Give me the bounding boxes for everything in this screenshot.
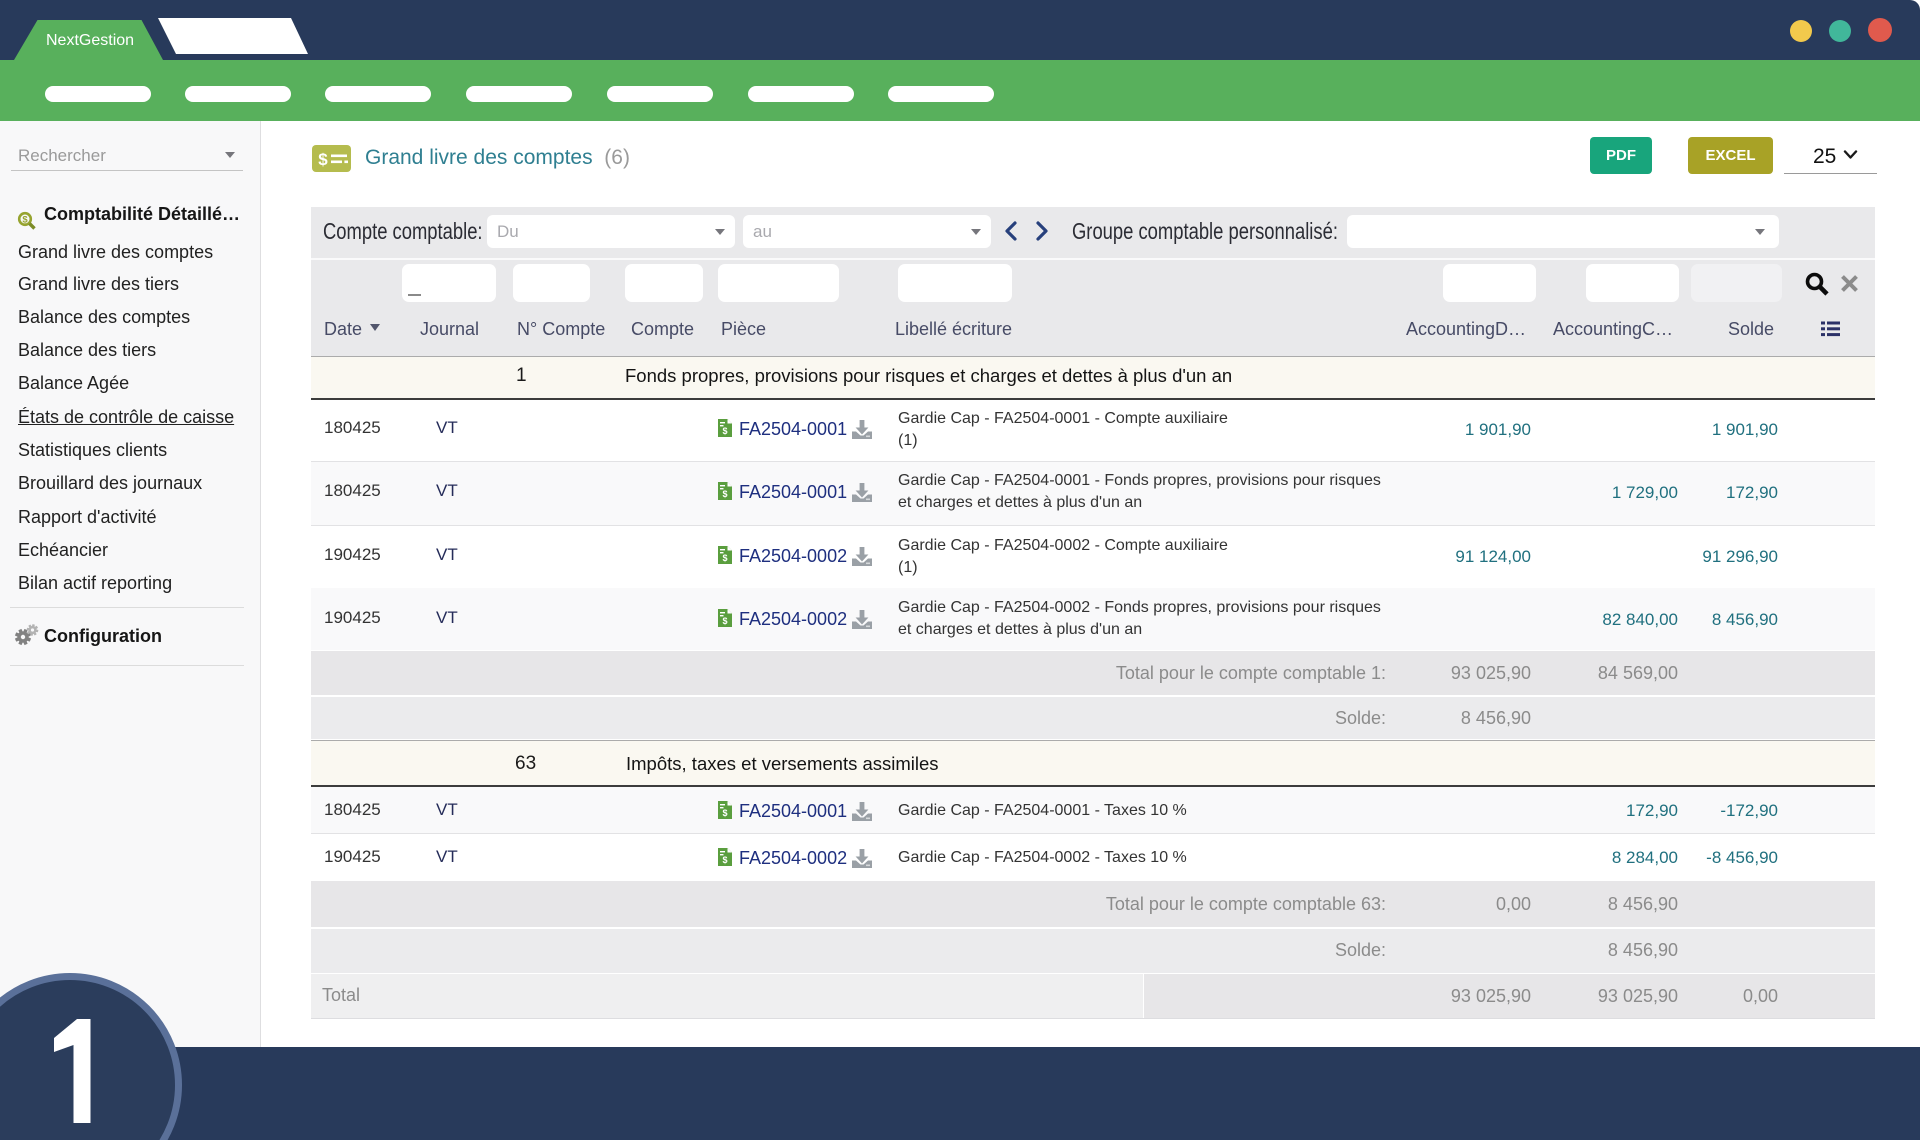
svg-text:$: $ xyxy=(318,150,328,169)
svg-text:$: $ xyxy=(22,214,28,225)
